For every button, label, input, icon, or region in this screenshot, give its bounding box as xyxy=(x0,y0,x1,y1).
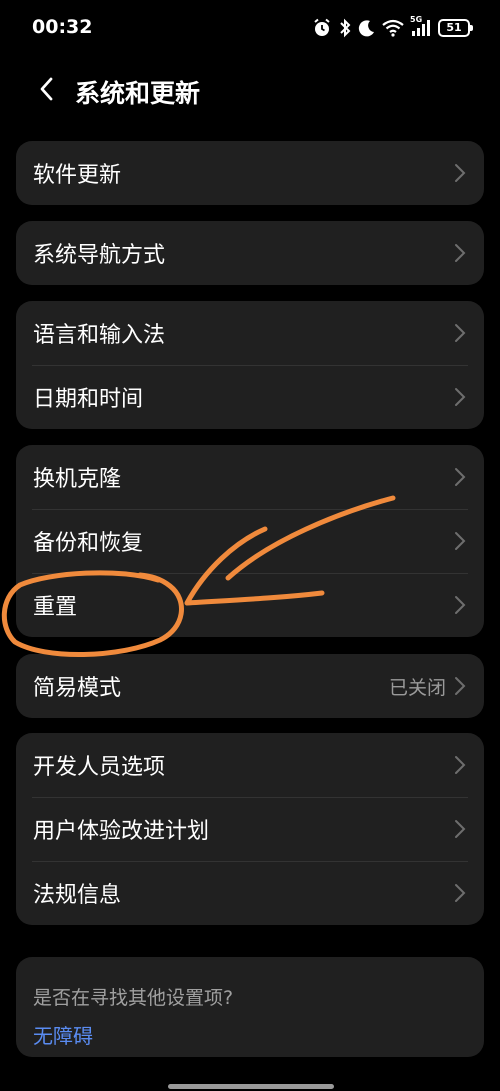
screen: 00:32 5G 51 系统和更新 软件更新 系统导航方式 语言和输入法 日期和… xyxy=(0,0,500,1091)
header: 系统和更新 xyxy=(0,60,500,118)
row-developer-options[interactable]: 开发人员选项 xyxy=(16,733,484,797)
search-hint: 是否在寻找其他设置项? xyxy=(33,987,234,1009)
row-label: 日期和时间 xyxy=(33,387,144,412)
settings-group-1: 软件更新 xyxy=(16,141,484,205)
row-software-update[interactable]: 软件更新 xyxy=(16,141,484,205)
row-label: 用户体验改进计划 xyxy=(33,819,210,844)
row-label: 软件更新 xyxy=(33,163,122,188)
chevron-right-icon xyxy=(455,820,466,838)
settings-group-6: 开发人员选项 用户体验改进计划 法规信息 xyxy=(16,733,484,925)
row-label: 备份和恢复 xyxy=(33,531,144,556)
status-bar: 00:32 5G 51 xyxy=(0,0,500,56)
row-navigation-mode[interactable]: 系统导航方式 xyxy=(16,221,484,285)
status-icons: 5G 51 xyxy=(312,15,473,40)
chevron-right-icon xyxy=(455,468,466,486)
row-label: 简易模式 xyxy=(33,676,122,701)
settings-group-2: 系统导航方式 xyxy=(16,221,484,285)
chevron-right-icon xyxy=(455,164,466,182)
chevron-right-icon xyxy=(455,388,466,406)
row-language-input[interactable]: 语言和输入法 xyxy=(16,301,484,365)
row-date-time[interactable]: 日期和时间 xyxy=(16,365,484,429)
search-suggestion-card: 是否在寻找其他设置项? 无障碍 xyxy=(16,957,484,1057)
chevron-right-icon xyxy=(455,244,466,262)
moon-icon xyxy=(358,19,376,37)
network-type: 5G xyxy=(410,15,423,24)
status-time: 00:32 xyxy=(32,16,93,38)
row-regulatory-info[interactable]: 法规信息 xyxy=(16,861,484,925)
chevron-right-icon xyxy=(455,324,466,342)
accessibility-link[interactable]: 无障碍 xyxy=(33,1020,93,1049)
page-title: 系统和更新 xyxy=(75,79,201,108)
alarm-icon xyxy=(312,18,332,38)
row-label: 开发人员选项 xyxy=(33,755,166,780)
row-value: 已关闭 xyxy=(388,676,446,699)
row-simple-mode[interactable]: 简易模式 已关闭 xyxy=(16,654,484,718)
row-label: 重置 xyxy=(33,595,78,620)
row-label: 法规信息 xyxy=(33,883,122,908)
home-indicator[interactable] xyxy=(168,1084,334,1089)
chevron-right-icon xyxy=(455,884,466,902)
chevron-right-icon xyxy=(455,532,466,550)
chevron-right-icon xyxy=(455,677,466,695)
chevron-right-icon xyxy=(455,756,466,774)
settings-group-3: 语言和输入法 日期和时间 xyxy=(16,301,484,429)
signal-icon: 5G xyxy=(410,15,432,37)
chevron-left-icon[interactable] xyxy=(36,76,58,102)
row-phone-clone[interactable]: 换机克隆 xyxy=(16,445,484,509)
settings-group-4: 换机克隆 备份和恢复 重置 xyxy=(16,445,484,637)
row-label: 系统导航方式 xyxy=(33,243,166,268)
row-reset[interactable]: 重置 xyxy=(16,573,484,637)
bluetooth-icon xyxy=(338,18,352,38)
row-backup-restore[interactable]: 备份和恢复 xyxy=(16,509,484,573)
row-user-experience[interactable]: 用户体验改进计划 xyxy=(16,797,484,861)
row-label: 换机克隆 xyxy=(33,467,122,492)
battery-icon: 51 xyxy=(438,19,473,37)
chevron-right-icon xyxy=(455,596,466,614)
wifi-icon xyxy=(382,19,404,37)
row-label: 语言和输入法 xyxy=(33,323,166,348)
settings-group-5: 简易模式 已关闭 xyxy=(16,654,484,718)
